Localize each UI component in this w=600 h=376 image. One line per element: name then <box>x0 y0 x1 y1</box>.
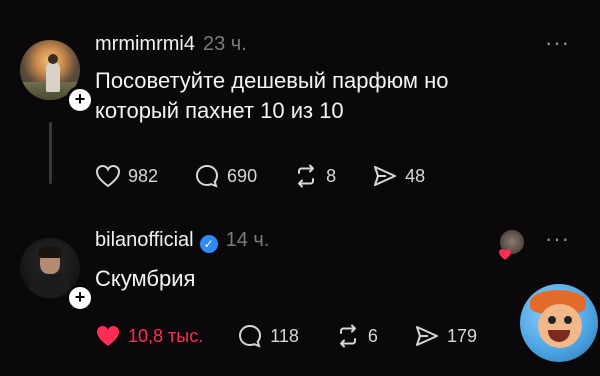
repost-icon <box>298 164 315 188</box>
comment-count: 690 <box>227 165 258 186</box>
repost-count: 6 <box>367 325 378 346</box>
comment-count: 118 <box>270 325 299 346</box>
comment-button[interactable]: 690 <box>194 163 257 189</box>
post-actions-1: 982 690 8 48 <box>95 162 461 190</box>
username[interactable]: mrmimrmi4 <box>95 33 195 55</box>
repost-button[interactable]: 6 <box>335 323 378 349</box>
share-count: 179 <box>446 325 477 346</box>
comment-icon <box>196 164 219 188</box>
follow-plus-icon[interactable]: + <box>66 86 94 114</box>
author-avatar-1[interactable]: + <box>20 40 94 114</box>
like-count: 10,8 тыс. <box>128 325 204 346</box>
post-text-line: Посоветуйте дешевый парфюм но <box>95 68 449 93</box>
follow-plus-icon[interactable]: + <box>66 284 94 312</box>
timestamp: 23 ч. <box>202 33 247 55</box>
like-button[interactable]: 10,8 тыс. <box>95 324 203 348</box>
send-icon <box>374 166 397 186</box>
more-dots-icon[interactable]: ··· <box>545 32 570 54</box>
post-actions-2: 10,8 тыс. 118 6 179 <box>95 322 513 350</box>
post-header-1: mrmimrmi4 23 ч. <box>95 32 247 56</box>
send-icon <box>415 326 438 346</box>
comment-icon <box>239 324 262 348</box>
heart-icon <box>97 326 119 346</box>
more-dots-icon[interactable]: ··· <box>545 228 570 250</box>
post-text-1: Посоветуйте дешевый парфюм но который па… <box>95 66 448 126</box>
post-text-2: Скумбрия <box>95 264 195 294</box>
repost-count: 8 <box>326 165 337 186</box>
repost-button[interactable]: 8 <box>293 163 336 189</box>
like-button[interactable]: 982 <box>95 164 158 188</box>
username[interactable]: bilanofficial <box>95 229 194 251</box>
post-text-line: Скумбрия <box>95 266 196 291</box>
share-button[interactable]: 179 <box>414 324 477 348</box>
post-text-line: который пахнет 10 из 10 <box>95 98 344 123</box>
like-count: 982 <box>128 165 159 186</box>
verified-check-icon: ✓ <box>199 235 218 253</box>
comment-button[interactable]: 118 <box>237 323 299 349</box>
thread-connector-line <box>49 122 52 184</box>
liked-by-heart-icon <box>499 249 511 260</box>
share-count: 48 <box>405 165 426 186</box>
repost-icon <box>339 324 356 348</box>
timestamp: 14 ч. <box>225 229 270 251</box>
post-header-2: bilanofficial ✓ 14 ч. <box>95 228 269 253</box>
share-button[interactable]: 48 <box>372 164 425 188</box>
cartoon-sticker-icon <box>520 284 598 362</box>
author-avatar-2[interactable]: + <box>20 238 94 312</box>
heart-icon <box>95 164 121 188</box>
